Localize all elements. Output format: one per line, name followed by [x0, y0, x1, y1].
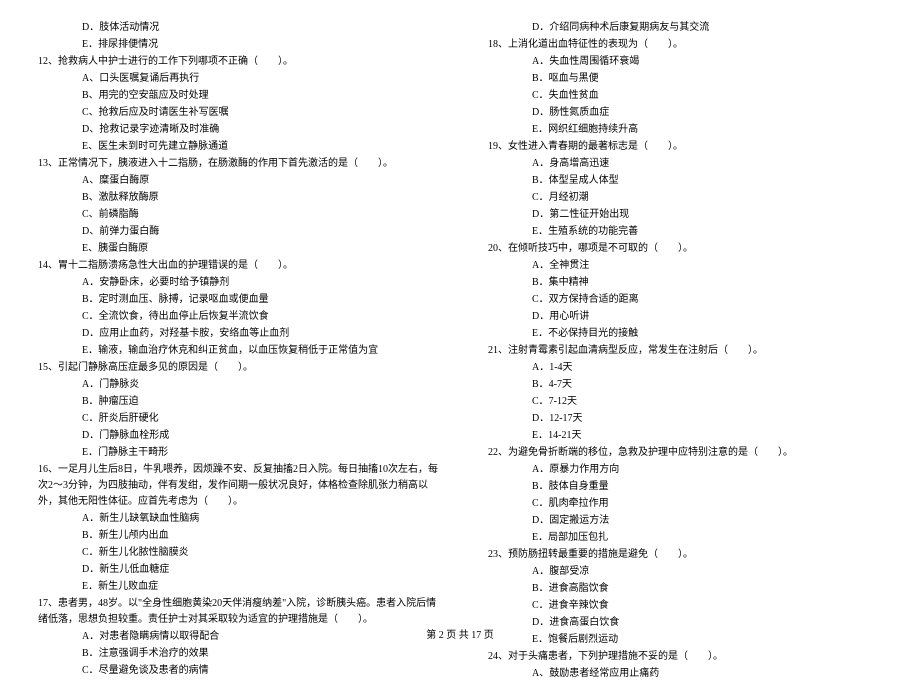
question-block: 16、一足月儿生后8日，牛乳喂养，因烦躁不安、反复抽搐2日入院。每日抽搐10次左…: [30, 462, 440, 595]
option: C、前磷脂酶: [30, 207, 440, 223]
option: A、糜蛋白酶原: [30, 173, 440, 189]
option: E．14-21天: [480, 428, 890, 444]
option: C．失血性贫血: [480, 88, 890, 104]
option: C．进食辛辣饮食: [480, 598, 890, 614]
question-stem: 18、上消化道出血特征性的表现为（ ）。: [480, 37, 890, 53]
option: D．用心听讲: [480, 309, 890, 325]
option: A、鼓励患者经常应用止痛药: [480, 666, 890, 682]
option: B、激肽释放酶原: [30, 190, 440, 206]
option: B．定时测血压、脉搏，记录呕血或便血量: [30, 292, 440, 308]
option: B．新生儿颅内出血: [30, 528, 440, 544]
option: C．尽量避免谈及患者的病情: [30, 663, 440, 679]
option: A．门静脉炎: [30, 377, 440, 393]
question-stem: 24、对于头痛患者，下列护理措施不妥的是（ ）。: [480, 649, 890, 665]
option: C．双方保持合适的距离: [480, 292, 890, 308]
option: A．腹部受凉: [480, 564, 890, 580]
question-block: 18、上消化道出血特征性的表现为（ ）。 A．失血性周围循环衰竭 B．呕血与黑便…: [480, 37, 890, 138]
option: A．原暴力作用方向: [480, 462, 890, 478]
option: E．新生儿败血症: [30, 579, 440, 595]
question-stem: 20、在倾听技巧中，哪项是不可取的（ ）。: [480, 241, 890, 257]
option: C．7-12天: [480, 394, 890, 410]
pre-option: D．肢体活动情况: [30, 20, 440, 36]
option: E．网织红细胞持续升高: [480, 122, 890, 138]
question-stem: 13、正常情况下，胰液进入十二指肠，在肠激酶的作用下首先激活的是（ ）。: [30, 156, 440, 172]
option: E、医生未到时可先建立静脉通道: [30, 139, 440, 155]
option: B．肿瘤压迫: [30, 394, 440, 410]
option: C．全流饮食，待出血停止后恢复半流饮食: [30, 309, 440, 325]
option: D．应用止血药，对羟基卡胺，安络血等止血剂: [30, 326, 440, 342]
question-stem: 16、一足月儿生后8日，牛乳喂养，因烦躁不安、反复抽搐2日入院。每日抽搐10次左…: [30, 462, 440, 510]
option: B．进食高脂饮食: [480, 581, 890, 597]
option: A．新生儿缺氧缺血性脑病: [30, 511, 440, 527]
option: C．新生儿化脓性脑膜炎: [30, 545, 440, 561]
option: E．生殖系统的功能完善: [480, 224, 890, 240]
question-block: 19、女性进入青春期的最著标志是（ ）。 A．身高增高迅速 B．体型呈成人体型 …: [480, 139, 890, 240]
question-block: 24、对于头痛患者，下列护理措施不妥的是（ ）。 A、鼓励患者经常应用止痛药: [480, 649, 890, 682]
question-block: 14、胃十二指肠溃疡急性大出血的护理错误的是（ ）。 A．安静卧床，必要时给予镇…: [30, 258, 440, 359]
question-stem: 14、胃十二指肠溃疡急性大出血的护理错误的是（ ）。: [30, 258, 440, 274]
question-block: 21、注射青霉素引起血清病型反应，常发生在注射后（ ）。 A．1-4天 B．4-…: [480, 343, 890, 444]
option: E．输液，输血治疗休克和纠正贫血，以血压恢复稍低于正常值为宜: [30, 343, 440, 359]
page-footer: 第 2 页 共 17 页: [0, 628, 920, 644]
question-stem: 17、患者男，48岁。以"全身性细胞黄染20天伴消瘦纳差"入院，诊断胰头癌。患者…: [30, 596, 440, 628]
option: E．门静脉主干畸形: [30, 445, 440, 461]
option: C．月经初潮: [480, 190, 890, 206]
question-stem: 21、注射青霉素引起血清病型反应，常发生在注射后（ ）。: [480, 343, 890, 359]
left-column: D．肢体活动情况 E．排尿排便情况 12、抢救病人中护士进行的工作下列哪项不正确…: [30, 20, 440, 683]
option: E．不必保持目光的接触: [480, 326, 890, 342]
question-block: 20、在倾听技巧中，哪项是不可取的（ ）。 A．全神贯注 B．集中精神 C．双方…: [480, 241, 890, 342]
option: C．肌肉牵拉作用: [480, 496, 890, 512]
option: D．门静脉血栓形成: [30, 428, 440, 444]
option: A．全神贯注: [480, 258, 890, 274]
question-block: 13、正常情况下，胰液进入十二指肠，在肠激酶的作用下首先激活的是（ ）。 A、糜…: [30, 156, 440, 257]
option: D．第二性征开始出现: [480, 207, 890, 223]
pre-option: E．排尿排便情况: [30, 37, 440, 53]
option: A．1-4天: [480, 360, 890, 376]
option: D．肠性氮质血症: [480, 105, 890, 121]
option: D．新生儿低血糖症: [30, 562, 440, 578]
option: B．注意强调手术治疗的效果: [30, 646, 440, 662]
right-column: D．介绍同病种术后康复期病友与其交流 18、上消化道出血特征性的表现为（ ）。 …: [480, 20, 890, 683]
option: B．体型呈成人体型: [480, 173, 890, 189]
question-stem: 22、为避免骨折断端的移位，急救及护理中应特别注意的是（ ）。: [480, 445, 890, 461]
option: A、口头医嘱复诵后再执行: [30, 71, 440, 87]
option: E．局部加压包扎: [480, 530, 890, 546]
option: A．安静卧床，必要时给予镇静剂: [30, 275, 440, 291]
option: D、抢救记录字迹清晰及时准确: [30, 122, 440, 138]
option: A．失血性周围循环衰竭: [480, 54, 890, 70]
option: D、前弹力蛋白酶: [30, 224, 440, 240]
option: A．身高增高迅速: [480, 156, 890, 172]
question-block: 22、为避免骨折断端的移位，急救及护理中应特别注意的是（ ）。 A．原暴力作用方…: [480, 445, 890, 546]
option: D．12-17天: [480, 411, 890, 427]
question-stem: 23、预防肠扭转最重要的措施是避免（ ）。: [480, 547, 890, 563]
option: B．4-7天: [480, 377, 890, 393]
option: D．固定搬运方法: [480, 513, 890, 529]
question-stem: 12、抢救病人中护士进行的工作下列哪项不正确（ ）。: [30, 54, 440, 70]
option: B、用完的空安瓿应及时处理: [30, 88, 440, 104]
option: C．肝炎后肝硬化: [30, 411, 440, 427]
option: B．肢体自身重量: [480, 479, 890, 495]
option: B．集中精神: [480, 275, 890, 291]
option: E、胰蛋白酶原: [30, 241, 440, 257]
question-stem: 15、引起门静脉高压症最多见的原因是（ ）。: [30, 360, 440, 376]
page-columns: D．肢体活动情况 E．排尿排便情况 12、抢救病人中护士进行的工作下列哪项不正确…: [30, 20, 890, 683]
question-block: 15、引起门静脉高压症最多见的原因是（ ）。 A．门静脉炎 B．肿瘤压迫 C．肝…: [30, 360, 440, 461]
question-stem: 19、女性进入青春期的最著标志是（ ）。: [480, 139, 890, 155]
option: C、抢救后应及时请医生补写医嘱: [30, 105, 440, 121]
option: B．呕血与黑便: [480, 71, 890, 87]
pre-option: D．介绍同病种术后康复期病友与其交流: [480, 20, 890, 36]
question-block: 12、抢救病人中护士进行的工作下列哪项不正确（ ）。 A、口头医嘱复诵后再执行 …: [30, 54, 440, 155]
